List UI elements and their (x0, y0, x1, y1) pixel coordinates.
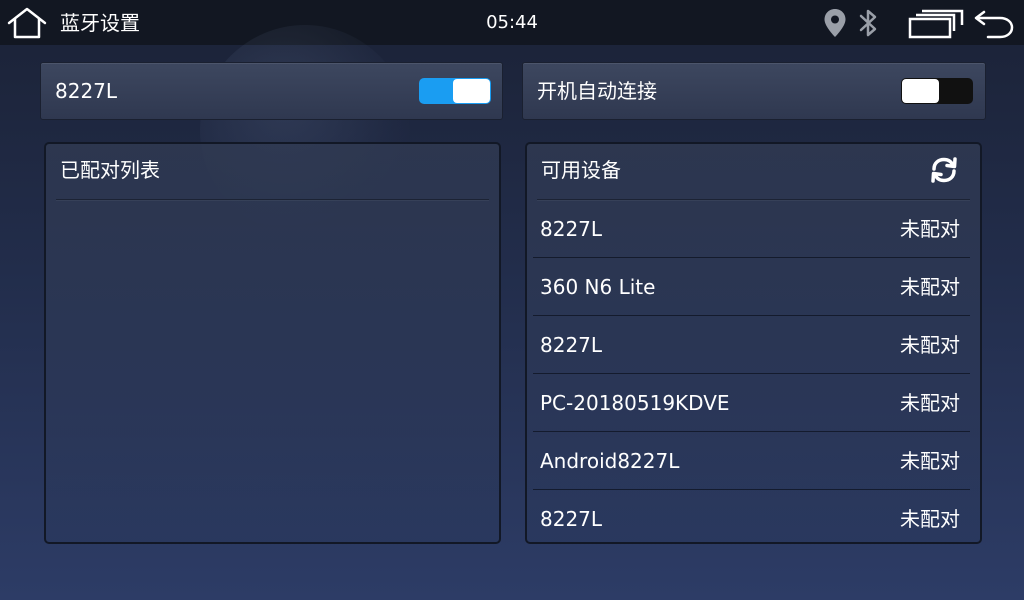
pair-status: 未配对 (900, 275, 960, 299)
location-icon (824, 9, 846, 37)
paired-devices-panel: 已配对列表 (44, 142, 501, 544)
device-row[interactable]: 8227L 未配对 (533, 490, 970, 547)
bluetooth-toggle[interactable] (419, 78, 491, 104)
back-icon[interactable] (972, 7, 1016, 39)
pair-status: 未配对 (900, 391, 960, 415)
refresh-icon[interactable] (930, 156, 958, 184)
available-panel-title: 可用设备 (541, 158, 621, 182)
bluetooth-icon (859, 9, 877, 37)
pair-status: 未配对 (900, 333, 960, 357)
autoconnect-toggle[interactable] (901, 78, 973, 104)
bluetooth-device-card: 8227L (40, 62, 503, 120)
device-name: 8227L (540, 333, 603, 357)
home-icon[interactable] (6, 6, 48, 40)
clock: 05:44 (486, 12, 538, 33)
available-devices-panel: 可用设备 8227L 未配对 360 N6 Lite 未配对 8227L 未配对… (525, 142, 982, 544)
device-row[interactable]: 360 N6 Lite 未配对 (533, 258, 970, 316)
device-name: 8227L (540, 217, 603, 241)
device-name: 8227L (540, 507, 603, 531)
device-row[interactable]: PC-20180519KDVE 未配对 (533, 374, 970, 432)
page-title: 蓝牙设置 (60, 11, 140, 35)
device-name: 360 N6 Lite (540, 275, 656, 299)
pair-status: 未配对 (900, 507, 960, 531)
available-device-list: 8227L 未配对 360 N6 Lite 未配对 8227L 未配对 PC-2… (533, 200, 970, 547)
autoconnect-label: 开机自动连接 (537, 79, 657, 103)
device-row[interactable]: 8227L 未配对 (533, 200, 970, 258)
device-name-label: 8227L (55, 79, 118, 103)
pair-status: 未配对 (900, 449, 960, 473)
divider (56, 199, 489, 200)
device-name: PC-20180519KDVE (540, 391, 730, 415)
device-row[interactable]: Android8227L 未配对 (533, 432, 970, 490)
device-row[interactable]: 8227L 未配对 (533, 316, 970, 374)
recent-apps-icon[interactable] (908, 9, 966, 39)
device-name: Android8227L (540, 449, 680, 473)
paired-panel-title: 已配对列表 (60, 158, 160, 182)
autoconnect-card: 开机自动连接 (522, 62, 986, 120)
pair-status: 未配对 (900, 217, 960, 241)
status-bar: 蓝牙设置 05:44 (0, 0, 1024, 45)
